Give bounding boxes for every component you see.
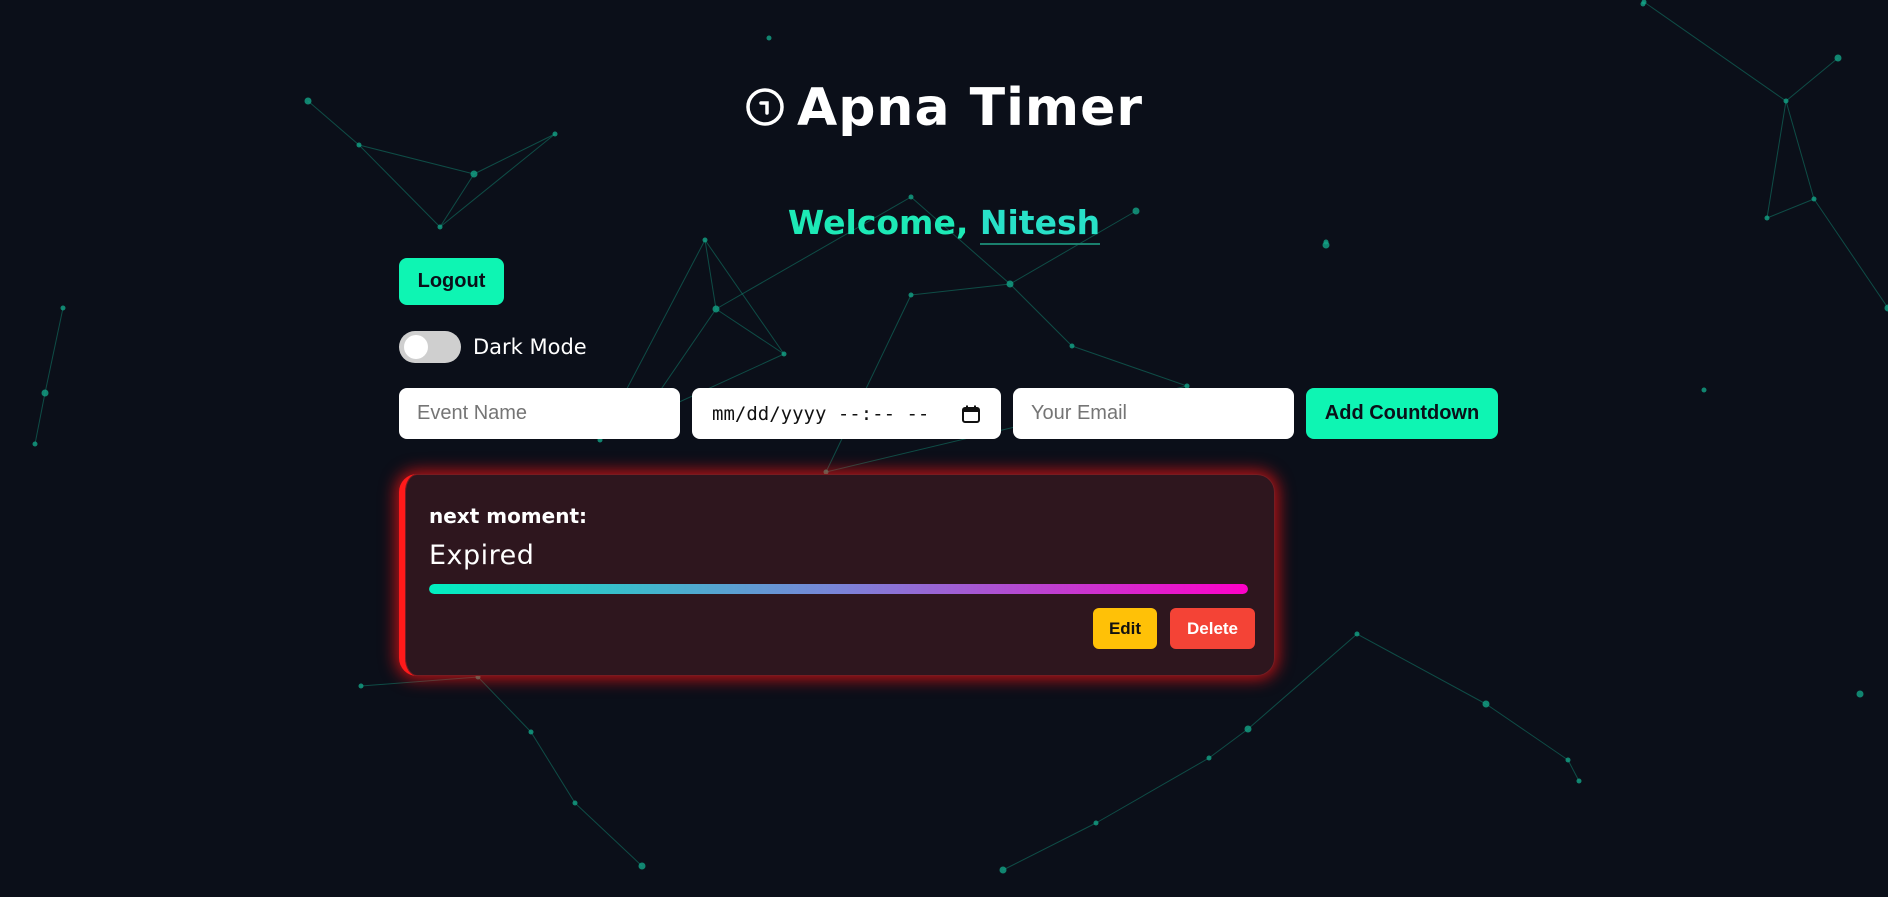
network-node bbox=[908, 194, 914, 200]
network-node bbox=[999, 866, 1007, 874]
welcome-message: Welcome, Nitesh bbox=[0, 203, 1888, 245]
network-node bbox=[1565, 757, 1571, 763]
network-node bbox=[356, 142, 362, 148]
network-line bbox=[825, 294, 912, 473]
network-line bbox=[34, 392, 46, 445]
network-line bbox=[1485, 703, 1569, 761]
network-node bbox=[1093, 820, 1099, 826]
network-node bbox=[1811, 196, 1817, 202]
network-line bbox=[360, 676, 479, 687]
network-line bbox=[358, 144, 475, 175]
network-node bbox=[1834, 54, 1842, 62]
app-root: Apna Timer Welcome, Nitesh Logout Dark M… bbox=[0, 0, 1888, 897]
edit-button[interactable]: Edit bbox=[1093, 608, 1157, 649]
network-node bbox=[1856, 690, 1864, 698]
network-line bbox=[574, 802, 643, 867]
network-node bbox=[41, 389, 49, 397]
app-title-text: Apna Timer bbox=[796, 78, 1144, 138]
network-node bbox=[572, 800, 578, 806]
clock-icon bbox=[746, 88, 784, 126]
network-line bbox=[1567, 759, 1580, 782]
network-line bbox=[473, 133, 556, 175]
network-node bbox=[1244, 725, 1252, 733]
page-title: Apna Timer bbox=[0, 78, 1888, 138]
network-node bbox=[60, 305, 66, 311]
network-node bbox=[1069, 343, 1075, 349]
add-countdown-button[interactable]: Add Countdown bbox=[1306, 388, 1498, 439]
network-line bbox=[910, 283, 1011, 296]
countdown-progress-fill bbox=[429, 584, 1248, 594]
network-line bbox=[1208, 728, 1249, 759]
network-node bbox=[781, 351, 787, 357]
event-name-input[interactable]: Event Name bbox=[399, 388, 680, 439]
network-node bbox=[638, 862, 646, 870]
network-node bbox=[1576, 778, 1582, 784]
countdown-progress-bar bbox=[429, 584, 1248, 594]
network-node bbox=[1354, 631, 1360, 637]
email-input[interactable]: Your Email bbox=[1013, 388, 1294, 439]
event-name-placeholder: Event Name bbox=[417, 402, 528, 424]
network-line bbox=[704, 239, 717, 310]
network-line bbox=[1071, 345, 1188, 387]
delete-button[interactable]: Delete bbox=[1170, 608, 1255, 649]
welcome-prefix: Welcome, bbox=[787, 203, 980, 242]
network-line bbox=[1356, 633, 1487, 705]
countdown-card: next moment: Expired Edit Delete bbox=[399, 474, 1275, 676]
network-line bbox=[1095, 757, 1210, 824]
network-node bbox=[358, 683, 364, 689]
datetime-placeholder: mm/dd/yyyy --:-- -- bbox=[712, 402, 930, 425]
calendar-icon[interactable] bbox=[961, 404, 981, 424]
network-node bbox=[528, 729, 534, 735]
network-node bbox=[1482, 700, 1490, 708]
network-line bbox=[44, 307, 64, 394]
username: Nitesh bbox=[979, 203, 1101, 245]
network-line bbox=[477, 676, 532, 733]
network-line bbox=[704, 239, 785, 355]
network-node bbox=[1640, 1, 1646, 7]
network-node bbox=[32, 441, 38, 447]
network-node bbox=[1701, 387, 1707, 393]
network-line bbox=[715, 308, 785, 355]
event-datetime-input[interactable]: mm/dd/yyyy --:-- -- bbox=[692, 388, 1001, 439]
network-line bbox=[1002, 822, 1097, 871]
network-node bbox=[766, 35, 772, 41]
countdown-event-name: next moment: bbox=[429, 504, 588, 528]
network-node bbox=[1206, 755, 1212, 761]
network-node bbox=[908, 292, 914, 298]
network-node bbox=[1006, 280, 1014, 288]
network-node bbox=[712, 305, 720, 313]
dark-mode-toggle-row: Dark Mode bbox=[399, 330, 587, 364]
network-node bbox=[1884, 304, 1888, 312]
countdown-status: Expired bbox=[429, 540, 535, 571]
network-line bbox=[1009, 283, 1073, 347]
dark-mode-toggle[interactable] bbox=[399, 331, 461, 363]
logout-button[interactable]: Logout bbox=[399, 258, 504, 305]
dark-mode-label: Dark Mode bbox=[473, 335, 587, 359]
toggle-knob bbox=[404, 335, 428, 359]
network-line bbox=[530, 731, 576, 804]
email-placeholder: Your Email bbox=[1031, 402, 1127, 424]
network-node bbox=[470, 170, 478, 178]
